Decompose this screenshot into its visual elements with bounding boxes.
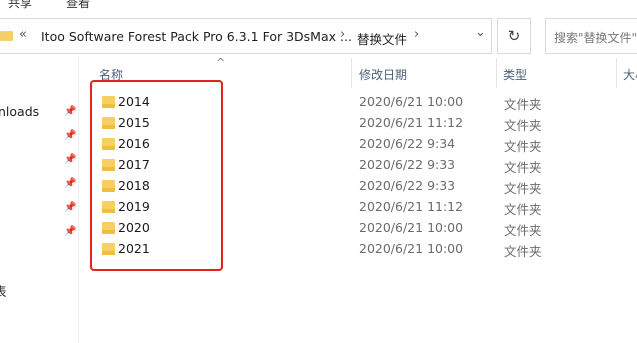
item-type: 文件夹 — [504, 118, 542, 133]
item-date: 2020/6/21 10:00 — [359, 220, 464, 235]
sort-ascending-icon: ^ — [216, 56, 226, 69]
item-type: 文件夹 — [504, 223, 542, 238]
pin-icon: 📌 — [64, 202, 77, 213]
refresh-icon: ↻ — [507, 27, 521, 45]
nav-item-downloads[interactable]: nloads — [0, 104, 39, 119]
refresh-button[interactable]: ↻ — [497, 18, 531, 54]
item-date: 2020/6/21 10:00 — [359, 241, 464, 256]
item-date: 2020/6/22 9:33 — [359, 178, 456, 193]
nav-item-partial[interactable]: 表 — [0, 281, 7, 300]
pin-icon: 📌 — [64, 226, 77, 237]
column-header-date[interactable]: 修改日期 — [359, 66, 407, 83]
breadcrumb-parent[interactable]: Itoo Software Forest Pack Pro 6.3.1 For … — [41, 29, 352, 44]
item-date: 2020/6/21 11:12 — [359, 115, 464, 130]
column-divider[interactable] — [616, 58, 617, 88]
nav-pane-divider[interactable] — [78, 56, 79, 343]
address-dropdown-icon[interactable]: ⌄ — [475, 25, 486, 40]
item-type: 文件夹 — [504, 139, 542, 154]
pin-icon: 📌 — [64, 130, 77, 141]
column-divider[interactable] — [351, 58, 352, 88]
item-date: 2020/6/21 11:12 — [359, 199, 464, 214]
search-input[interactable]: 搜索"替换文件" — [545, 18, 637, 54]
item-type: 文件夹 — [504, 244, 542, 259]
item-type: 文件夹 — [504, 160, 542, 175]
ribbon-tab-view[interactable]: 查看 — [66, 0, 90, 11]
item-type: 文件夹 — [504, 202, 542, 217]
breadcrumb-end-separator-icon[interactable]: › — [414, 27, 419, 42]
overflow-chevron-icon[interactable]: « — [19, 27, 27, 42]
breadcrumb-separator-icon[interactable]: › — [340, 27, 345, 42]
item-type: 文件夹 — [504, 97, 542, 112]
pin-icon: 📌 — [64, 106, 77, 117]
column-header-type[interactable]: 类型 — [503, 66, 527, 83]
highlight-annotation-box — [90, 80, 223, 271]
pin-icon: 📌 — [64, 154, 77, 165]
column-header-size[interactable]: 大小 — [623, 66, 637, 83]
breadcrumb-current[interactable]: 替换文件 — [357, 29, 407, 48]
item-date: 2020/6/21 10:00 — [359, 94, 464, 109]
item-date: 2020/6/22 9:34 — [359, 136, 456, 151]
folder-icon — [0, 31, 13, 41]
column-divider[interactable] — [496, 58, 497, 88]
ribbon-tab-share[interactable]: 共享 — [8, 0, 32, 11]
address-bar[interactable]: « Itoo Software Forest Pack Pro 6.3.1 Fo… — [0, 18, 492, 54]
item-type: 文件夹 — [504, 181, 542, 196]
pin-icon: 📌 — [64, 178, 77, 189]
item-date: 2020/6/22 9:33 — [359, 157, 456, 172]
